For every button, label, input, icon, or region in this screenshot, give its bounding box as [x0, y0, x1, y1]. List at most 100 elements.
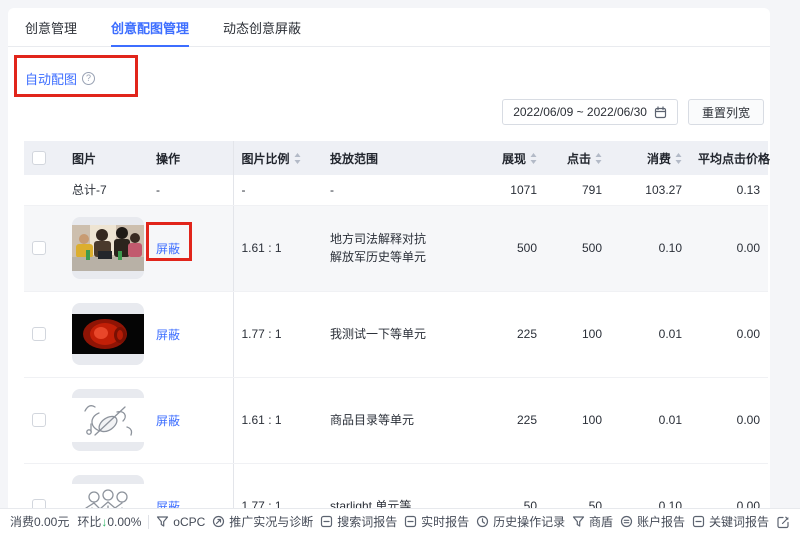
block-link[interactable]: 屏蔽	[156, 242, 180, 256]
ratio-cell: 1.77 : 1	[232, 463, 322, 508]
avg-cpc-cell: 0.00	[690, 291, 768, 378]
table-row: 屏蔽 1.77 : 1 我测试一下等单元 225 100 0.01 0.00	[24, 291, 768, 378]
footer-item-account-report[interactable]: 账户报告	[620, 513, 685, 530]
filter-icon	[156, 515, 169, 528]
cost-cell: 0.01	[610, 291, 690, 378]
footer-item-ocpc[interactable]: oCPC	[156, 515, 205, 529]
impressions-cell: 225	[470, 291, 545, 378]
avg-cpc-cell: 0.00	[690, 205, 768, 292]
reset-column-width-button[interactable]: 重置列宽	[687, 99, 764, 125]
report-circle-icon	[620, 515, 633, 528]
clicks-cell: 100	[545, 377, 610, 464]
thumbnail-violin-sketch	[72, 389, 144, 451]
footer-item-keyword-report[interactable]: 关键词报告	[692, 513, 769, 530]
table-total-row: 总计-7 - - - 1071 791 103.27 0.13	[24, 175, 768, 206]
total-cost: 103.27	[610, 175, 690, 206]
auto-match-link[interactable]: 自动配图 ?	[25, 69, 96, 88]
tab-bar: 创意管理 创意配图管理 动态创意屏蔽	[8, 8, 770, 47]
clicks-cell: 500	[545, 205, 610, 292]
table-row: 屏蔽 1.61 : 1 商品目录等单元 225 100 0.01 0.00	[24, 377, 768, 464]
trend: 环比↓0.00%	[77, 515, 142, 529]
footer-item-search-term-report[interactable]: 搜索词报告	[320, 513, 397, 530]
clicks-cell: 50	[545, 463, 610, 508]
header-checkbox-cell	[24, 141, 64, 175]
clicks-cell: 100	[545, 291, 610, 378]
avg-cpc-cell: 0.00	[690, 463, 768, 508]
total-impressions: 1071	[470, 175, 545, 206]
auto-match-label: 自动配图	[25, 72, 78, 87]
table-controls: 2022/06/09 ~ 2022/06/30 重置列宽	[502, 99, 764, 125]
scope-cell: 我测试一下等单元	[322, 291, 470, 378]
scope-cell: 地方司法解释对抗 解放军历史等单元	[322, 205, 470, 292]
avg-cpc-cell: 0.00	[690, 377, 768, 464]
sort-icon[interactable]	[675, 152, 682, 167]
column-clicks[interactable]: 点击	[545, 141, 610, 175]
sort-icon[interactable]	[530, 152, 537, 167]
bottom-status-bar: 消费0.00元 环比↓0.00% oCPC 推广实况与诊断 搜索词报告 实时报告	[0, 508, 800, 534]
date-range-value: 2022/06/09 ~ 2022/06/30	[513, 105, 647, 119]
filter-icon	[572, 515, 585, 528]
scope-cell: 商品目录等单元	[322, 377, 470, 464]
total-ratio: -	[232, 175, 322, 206]
column-action: 操作	[148, 141, 233, 175]
ratio-cell: 1.61 : 1	[232, 205, 322, 292]
cost-summary: 消费0.00元 环比↓0.00%	[10, 513, 141, 530]
block-link[interactable]: 屏蔽	[156, 414, 180, 428]
row-checkbox[interactable]	[32, 327, 46, 342]
sort-icon[interactable]	[294, 152, 301, 167]
table-header-row: 图片 操作 图片比例 投放范围 展现 点击 消费 平均点击价格	[24, 141, 770, 175]
row-checkbox[interactable]	[32, 499, 46, 508]
impressions-cell: 225	[470, 377, 545, 464]
date-range-picker[interactable]: 2022/06/09 ~ 2022/06/30	[502, 99, 678, 125]
column-scope: 投放范围	[322, 141, 470, 175]
total-avg-cpc: 0.13	[690, 175, 768, 206]
footer-item-shield[interactable]: 商盾	[572, 513, 613, 530]
document-icon	[320, 515, 333, 528]
thumbnail-meeting-photo	[72, 217, 144, 279]
document-icon	[692, 515, 705, 528]
creative-image-table: 图片 操作 图片比例 投放范围 展现 点击 消费 平均点击价格 总计-7 - -	[24, 141, 770, 508]
cost-cell: 0.10	[610, 205, 690, 292]
select-all-checkbox[interactable]	[32, 151, 46, 166]
calendar-icon	[654, 105, 667, 119]
footer-divider	[148, 514, 150, 529]
footer-item-promotion-diagnosis[interactable]: 推广实况与诊断	[212, 513, 313, 530]
impressions-cell: 500	[470, 205, 545, 292]
content-card: 创意管理 创意配图管理 动态创意屏蔽 自动配图 ? 2022/06/09 ~ 2…	[8, 8, 770, 508]
tab-dynamic-creative-block[interactable]: 动态创意屏蔽	[223, 8, 301, 46]
tab-creative-management[interactable]: 创意管理	[25, 8, 77, 46]
column-impressions[interactable]: 展现	[470, 141, 545, 175]
total-clicks: 791	[545, 175, 610, 206]
table-row: 屏蔽 1.61 : 1 地方司法解释对抗 解放军历史等单元 500 500 0.…	[24, 205, 768, 292]
thumbnail-doodle-sketch	[72, 475, 144, 508]
block-link[interactable]: 屏蔽	[156, 500, 180, 509]
total-action: -	[148, 175, 233, 206]
impressions-cell: 50	[470, 463, 545, 508]
footer-item-history-log[interactable]: 历史操作记录	[476, 513, 565, 530]
cost-cell: 0.10	[610, 463, 690, 508]
edit-icon[interactable]	[776, 515, 790, 529]
total-label: 总计-7	[64, 175, 148, 206]
column-image: 图片	[64, 141, 148, 175]
ratio-cell: 1.77 : 1	[232, 291, 322, 378]
thumbnail-red-scan-image	[72, 303, 144, 365]
table-row: 屏蔽 1.77 : 1 starlight 单元等 50 50 0.10 0.0…	[24, 463, 768, 508]
footer-item-realtime-report[interactable]: 实时报告	[404, 513, 469, 530]
ratio-cell: 1.61 : 1	[232, 377, 322, 464]
column-cost[interactable]: 消费	[610, 141, 690, 175]
document-icon	[404, 515, 417, 528]
block-link[interactable]: 屏蔽	[156, 328, 180, 342]
row-checkbox[interactable]	[32, 413, 46, 428]
cost-value: 消费0.00元	[10, 515, 70, 529]
sort-icon[interactable]	[595, 152, 602, 167]
tab-creative-image-management[interactable]: 创意配图管理	[111, 8, 190, 47]
cost-cell: 0.01	[610, 377, 690, 464]
scope-cell: starlight 单元等	[322, 463, 470, 508]
row-checkbox[interactable]	[32, 241, 46, 256]
column-ratio[interactable]: 图片比例	[232, 141, 322, 175]
column-avg-cpc[interactable]: 平均点击价格	[690, 141, 770, 175]
total-scope: -	[322, 175, 470, 206]
help-icon[interactable]: ?	[82, 72, 96, 85]
history-clock-icon	[476, 515, 489, 528]
compass-icon	[212, 515, 225, 528]
